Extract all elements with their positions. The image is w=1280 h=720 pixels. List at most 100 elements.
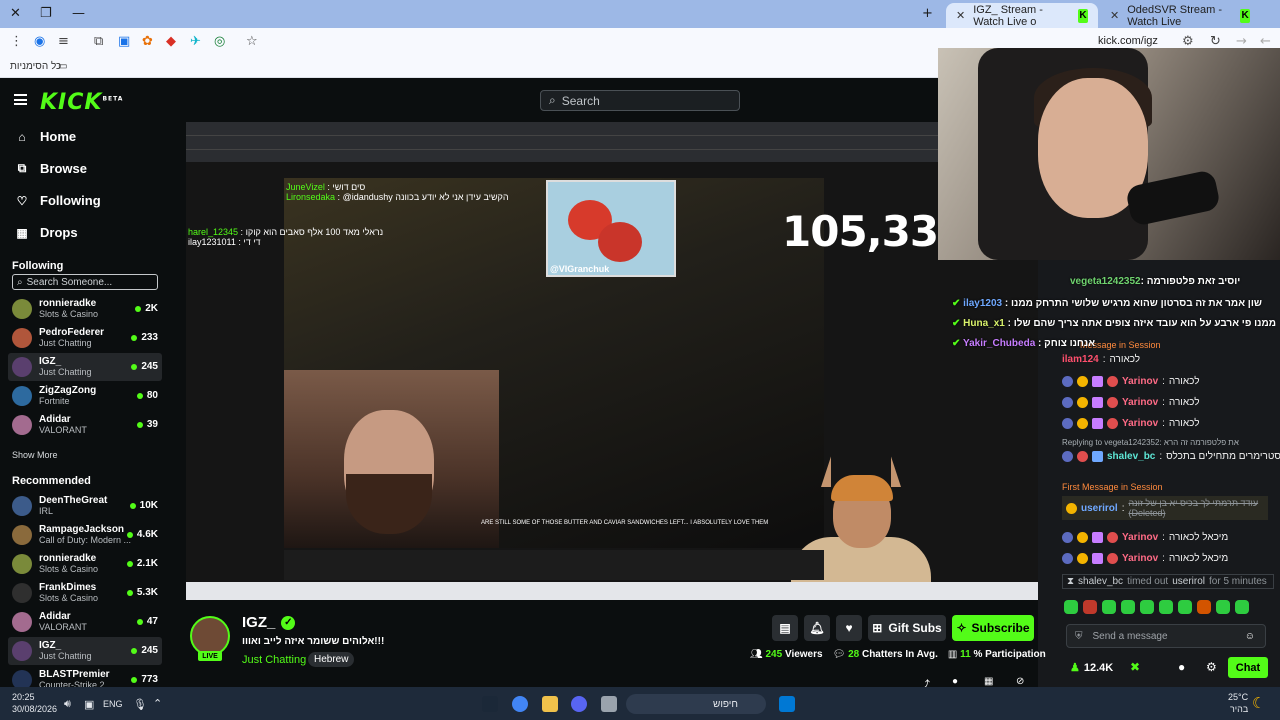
extension-icon[interactable]: ◉ — [34, 34, 45, 49]
browser-menu-icon[interactable]: ⋮ — [10, 34, 23, 49]
chat-username[interactable]: Yarinov — [1122, 376, 1158, 387]
extension-icon[interactable]: ✈ — [190, 34, 201, 49]
emote-icon[interactable] — [1159, 600, 1173, 614]
emote-icon[interactable] — [1197, 600, 1211, 614]
extension-icon[interactable]: ⧉ — [94, 34, 103, 49]
sidebar-channel-item[interactable]: PedroFederer Just Chatting 233 — [8, 324, 162, 352]
mic-icon[interactable]: 🎙︎ — [133, 698, 147, 711]
sidebar-channel-item[interactable]: ZigZagZong Fortnite 80 — [8, 382, 162, 410]
language-indicator[interactable]: ENG — [103, 699, 123, 709]
kicks-balance[interactable]: ♟ 12.4K — [1070, 661, 1113, 675]
emoji-icon[interactable]: ☺ — [1245, 631, 1255, 642]
chat-bubble-icon[interactable]: ● — [1178, 660, 1185, 674]
kick-logo[interactable]: KICKBETA — [40, 90, 123, 115]
emote-icon[interactable] — [1121, 600, 1135, 614]
emote-icon[interactable] — [1064, 600, 1078, 614]
extension-icon[interactable]: ▣ — [118, 34, 130, 49]
extension-icon[interactable]: ≡ — [58, 34, 69, 49]
nav-home[interactable]: ⌂ Home — [16, 129, 76, 144]
emote-icon[interactable] — [1140, 600, 1154, 614]
chat-username[interactable]: ilam124 — [1062, 354, 1099, 365]
channel-avatar[interactable] — [190, 616, 230, 656]
sidebar-channel-item[interactable]: Adidar VALORANT 39 — [8, 411, 162, 439]
kick-logo-icon[interactable]: ✖ — [1130, 660, 1140, 674]
info-icon[interactable]: ● — [952, 676, 958, 687]
follow-button[interactable]: ♥ — [836, 615, 862, 641]
chat-username[interactable]: userirol — [1081, 503, 1118, 514]
chat-username[interactable]: shalev_bc — [1107, 451, 1155, 462]
extension-icon[interactable]: ◆ — [166, 34, 176, 49]
sidebar-channel-item[interactable]: FrankDimes Slots & Casino 5.3K — [8, 579, 162, 607]
sidebar-channel-item[interactable]: RampageJackson Call of Duty: Modern ... 4.… — [8, 521, 162, 549]
sidebar-channel-item[interactable]: Adidar VALORANT 47 — [8, 608, 162, 636]
chrome-taskbar-icon[interactable] — [512, 696, 528, 712]
tag-hebrew[interactable]: Hebrew — [308, 652, 355, 667]
browser-tab-igz[interactable]: ✕ IGZ_ Stream - Watch Live o K — [946, 3, 1098, 28]
hamburger-menu-icon[interactable] — [14, 94, 27, 105]
clock-date[interactable]: 30/08/2026 — [12, 704, 57, 714]
network-icon[interactable]: ▣ — [84, 698, 94, 711]
notifications-button[interactable]: 🔔︎ — [804, 615, 830, 641]
restore-window-icon[interactable]: ❐ — [40, 6, 52, 21]
address-bar[interactable]: kick.com/igz — [1098, 35, 1158, 47]
tray-chevron-icon[interactable]: ⌃ — [153, 697, 162, 710]
chat-username[interactable]: Yarinov — [1122, 418, 1158, 429]
clock-time[interactable]: 20:25 — [12, 692, 35, 702]
chat-username[interactable]: Yarinov — [1122, 397, 1158, 408]
search-input[interactable]: ⌕ Search — [540, 90, 740, 111]
close-window-icon[interactable]: ✕ — [10, 6, 21, 21]
emote-icon[interactable] — [1083, 600, 1097, 614]
show-more-link[interactable]: Show More — [12, 450, 58, 460]
chat-message-input[interactable]: ⛨ Send a message ☺ — [1066, 624, 1266, 648]
reply-context[interactable]: Replying to vegeta1242352: את פלטפורמה ז… — [1062, 438, 1239, 447]
sidebar-channel-item[interactable]: DeenTheGreat IRL 10K — [8, 492, 162, 520]
site-settings-icon[interactable]: ⚙ — [1182, 34, 1194, 49]
emote-icon[interactable] — [1216, 600, 1230, 614]
reload-icon[interactable]: ↻ — [1210, 34, 1221, 49]
close-tab-icon[interactable]: ✕ — [956, 9, 965, 22]
all-bookmarks-link[interactable]: כל הסימניות — [10, 61, 61, 72]
sidebar-channel-item[interactable]: ronnieradke Slots & Casino 2K — [8, 295, 162, 323]
app-taskbar-icon[interactable] — [542, 696, 558, 712]
following-search-input[interactable]: ⌕ Search Someone... — [12, 274, 158, 290]
emote-icon[interactable] — [1178, 600, 1192, 614]
chat-username[interactable]: Yarinov — [1122, 532, 1158, 543]
windows-start-icon[interactable] — [779, 696, 795, 712]
theater-mode-button[interactable]: ▤ — [772, 615, 798, 641]
nav-browse[interactable]: ⧉ Browse — [16, 161, 87, 176]
discord-taskbar-icon[interactable] — [571, 696, 587, 712]
minimize-window-icon[interactable]: — — [72, 6, 85, 21]
subscribe-button[interactable]: ✧ Subscribe — [952, 615, 1034, 641]
taskbar-search[interactable]: חיפוש — [626, 694, 766, 714]
video-player[interactable]: JuneVizel : סים דושי Lironsedaka : @idan… — [186, 122, 1038, 600]
new-tab-icon[interactable]: + — [922, 6, 933, 21]
extension-icon[interactable]: ◎ — [214, 34, 225, 49]
emote-icon[interactable] — [1102, 600, 1116, 614]
sidebar-channel-item[interactable]: IGZ_ Just Chatting 245 — [8, 637, 162, 665]
nav-following[interactable]: ♡ Following — [16, 193, 101, 208]
channel-name[interactable]: IGZ_ ✓ — [242, 614, 296, 631]
forward-icon[interactable]: → — [1236, 34, 1247, 49]
nav-drops[interactable]: ▦ Drops — [16, 225, 77, 240]
gift-subs-button[interactable]: ⊞ Gift Subs — [868, 615, 946, 641]
sidebar-channel-item[interactable]: ronnieradke Slots & Casino 2.1K — [8, 550, 162, 578]
close-tab-icon[interactable]: ✕ — [1110, 9, 1119, 22]
viewer-count-text: 4.6K — [136, 529, 158, 540]
steam-taskbar-icon[interactable] — [482, 696, 498, 712]
settings-gear-icon[interactable]: ⚙ — [1206, 660, 1217, 674]
chat-username[interactable]: Yarinov — [1122, 553, 1158, 564]
emote-icon[interactable] — [1235, 600, 1249, 614]
back-icon[interactable]: ← — [1260, 34, 1271, 49]
file-explorer-taskbar-icon[interactable] — [601, 696, 617, 712]
bookmark-star-icon[interactable]: ☆ — [246, 34, 258, 49]
weather-temp[interactable]: 25°C — [1228, 692, 1248, 702]
weather-desc[interactable]: בהיר — [1230, 704, 1248, 714]
extension-icon[interactable]: ✿ — [142, 34, 153, 49]
sidebar-channel-item[interactable]: IGZ_ Just Chatting 245 — [8, 353, 162, 381]
chat-send-button[interactable]: Chat — [1228, 657, 1268, 678]
category-link[interactable]: Just Chatting — [242, 654, 306, 666]
browser-tab-odedsvr[interactable]: ✕ OdedSVR Stream - Watch Live K — [1100, 3, 1260, 28]
volume-icon[interactable]: 🔊︎ — [64, 698, 71, 711]
mute-icon[interactable]: ⊘ — [1016, 676, 1024, 687]
clip-icon[interactable]: ▦ — [984, 676, 993, 687]
